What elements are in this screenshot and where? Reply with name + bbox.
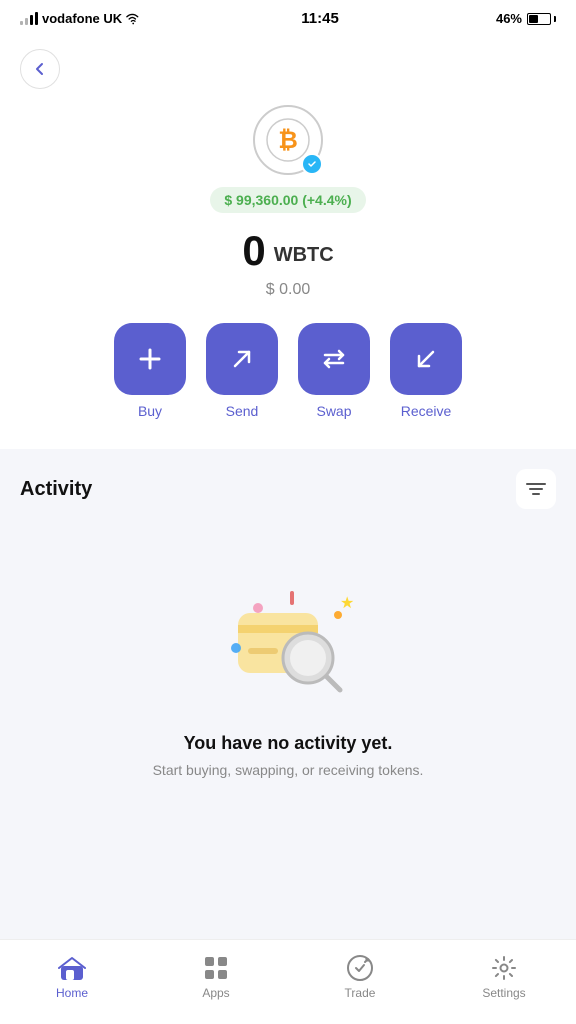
signal-icon <box>20 12 38 25</box>
receive-button[interactable] <box>390 323 462 395</box>
bottom-nav: Home Apps Trade <box>0 939 576 1024</box>
action-buttons: Buy Send <box>114 323 462 419</box>
settings-label: Settings <box>482 986 525 1000</box>
swap-label: Swap <box>316 403 351 419</box>
token-amount-symbol: WBTC <box>274 244 334 275</box>
nav-item-apps[interactable]: Apps <box>144 950 288 1004</box>
empty-state-illustration: ★ <box>208 553 368 713</box>
home-icon <box>58 954 86 982</box>
swap-action: Swap <box>298 323 370 419</box>
buy-label: Buy <box>138 403 162 419</box>
token-section: ₿ $ 99,360.00 (+4.4%) 0 WBTC $ 0.00 <box>0 105 576 449</box>
wifi-icon <box>126 12 144 26</box>
empty-title: You have no activity yet. <box>184 733 393 754</box>
trade-label: Trade <box>345 986 376 1000</box>
status-right: 46% <box>496 11 556 26</box>
filter-icon <box>525 480 547 498</box>
receive-icon <box>411 344 441 374</box>
send-button[interactable] <box>206 323 278 395</box>
status-left: vodafone UK <box>20 11 144 26</box>
token-badge <box>301 153 323 175</box>
svg-text:★: ★ <box>340 595 354 612</box>
back-icon <box>31 60 49 78</box>
send-icon <box>227 344 257 374</box>
receive-label: Receive <box>401 403 452 419</box>
battery-percent: 46% <box>496 11 522 26</box>
swap-button[interactable] <box>298 323 370 395</box>
token-usd-value: $ 0.00 <box>266 281 310 299</box>
buy-button[interactable] <box>114 323 186 395</box>
apps-label: Apps <box>202 986 229 1000</box>
token-amount-number: 0 <box>242 227 265 275</box>
buy-action: Buy <box>114 323 186 419</box>
back-button[interactable] <box>20 49 60 89</box>
token-amount: 0 WBTC <box>242 227 333 275</box>
empty-state: ★ You have no activity yet. Start buying… <box>20 533 556 798</box>
main-content: ₿ $ 99,360.00 (+4.4%) 0 WBTC $ 0.00 <box>0 33 576 939</box>
battery-icon <box>527 13 556 25</box>
trade-icon <box>346 954 374 982</box>
swap-icon <box>319 344 349 374</box>
apps-icon <box>202 954 230 982</box>
nav-item-trade[interactable]: Trade <box>288 950 432 1004</box>
home-label: Home <box>56 986 88 1000</box>
activity-header: Activity <box>20 469 556 509</box>
nav-item-home[interactable]: Home <box>0 950 144 1004</box>
carrier-label: vodafone UK <box>42 11 122 26</box>
status-time: 11:45 <box>301 10 339 27</box>
activity-title: Activity <box>20 478 92 501</box>
svg-text:₿: ₿ <box>278 127 298 154</box>
settings-icon <box>490 954 518 982</box>
price-badge: $ 99,360.00 (+4.4%) <box>210 187 365 213</box>
status-bar: vodafone UK 11:45 46% <box>0 0 576 33</box>
plus-icon <box>135 344 165 374</box>
nav-item-settings[interactable]: Settings <box>432 950 576 1004</box>
activity-section: Activity <box>0 449 576 939</box>
token-badge-icon <box>306 158 318 170</box>
send-label: Send <box>226 403 259 419</box>
empty-subtitle: Start buying, swapping, or receiving tok… <box>153 762 424 778</box>
send-action: Send <box>206 323 278 419</box>
empty-illustration: ★ <box>208 553 368 713</box>
receive-action: Receive <box>390 323 462 419</box>
filter-button[interactable] <box>516 469 556 509</box>
token-icon-wrapper: ₿ <box>253 105 323 175</box>
